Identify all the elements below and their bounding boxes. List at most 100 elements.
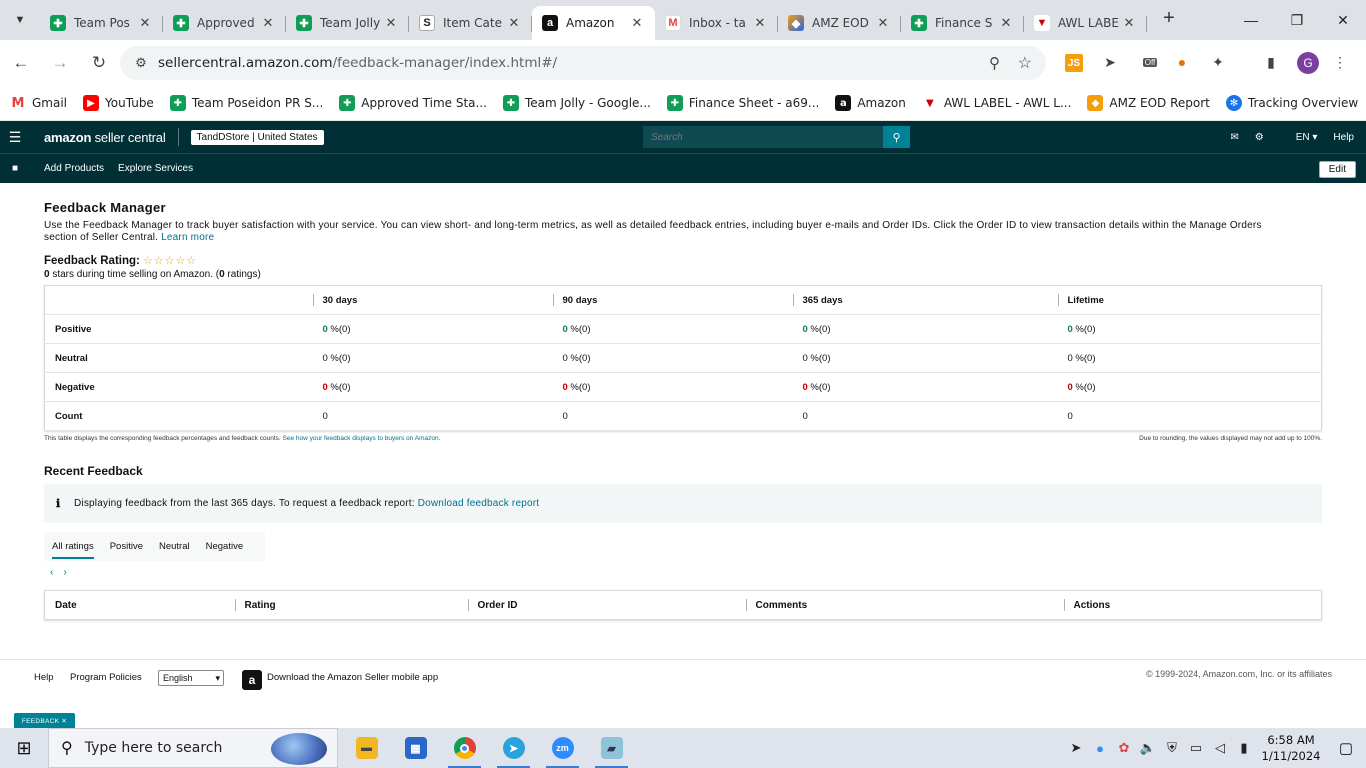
notes-app-icon[interactable]: ▰ bbox=[587, 728, 636, 768]
tab-close-icon[interactable]: ✕ bbox=[383, 15, 399, 31]
download-feedback-report-link[interactable]: Download feedback report bbox=[418, 498, 540, 509]
nav-explore-services[interactable]: Explore Services bbox=[118, 163, 193, 174]
zoom-icon[interactable]: zm bbox=[538, 728, 587, 768]
footer-language-select[interactable]: English ▾ bbox=[158, 670, 224, 686]
js-extension-icon[interactable]: JS bbox=[1065, 54, 1083, 72]
volume-icon[interactable]: 🔈 bbox=[1136, 740, 1160, 756]
amazon-app-icon[interactable]: a bbox=[242, 670, 262, 690]
footer-help-link[interactable]: Help bbox=[34, 672, 54, 683]
bookmark-item[interactable]: ◆ AMZ EOD Report bbox=[1087, 95, 1210, 111]
tab-close-icon[interactable]: ✕ bbox=[629, 15, 645, 31]
tab-close-icon[interactable]: ✕ bbox=[137, 15, 153, 31]
browser-tab[interactable]: ✚ Team Jolly ✕ bbox=[286, 6, 409, 40]
chrome-taskbar-icon[interactable] bbox=[440, 728, 489, 768]
pager-prev-icon[interactable]: ‹ bbox=[50, 567, 53, 578]
browser-tab[interactable]: ▼ AWL LABE ✕ bbox=[1024, 6, 1147, 40]
filter-tab-neutral[interactable]: Neutral bbox=[151, 532, 198, 561]
learn-more-link[interactable]: Learn more bbox=[161, 232, 214, 243]
security-shield-icon[interactable]: ⛨ bbox=[1160, 740, 1184, 756]
tab-close-icon[interactable]: ✕ bbox=[1121, 15, 1137, 31]
browser-tab[interactable]: ✚ Approved ✕ bbox=[163, 6, 286, 40]
extensions-puzzle-icon[interactable]: ✦ bbox=[1204, 48, 1232, 76]
nav-add-products[interactable]: Add Products bbox=[44, 163, 104, 174]
url-text[interactable]: sellercentral.amazon.com/feedback-manage… bbox=[158, 55, 557, 71]
telegram-tray-icon[interactable]: ➤ bbox=[1064, 740, 1088, 756]
windows-start-icon[interactable]: ⊞ bbox=[0, 728, 48, 768]
firefox-like-extension-icon[interactable]: ● bbox=[1168, 48, 1196, 76]
bookmark-star-icon[interactable]: ☆ bbox=[1018, 53, 1032, 73]
bookmark-item[interactable]: ✻ Tracking Overview bbox=[1225, 95, 1358, 111]
network-icon[interactable]: ▭ bbox=[1184, 740, 1208, 756]
telegram-icon[interactable]: ➤ bbox=[489, 728, 538, 768]
off-extension-icon[interactable]: Off bbox=[1136, 48, 1164, 76]
language-selector[interactable]: EN ▾ bbox=[1280, 132, 1318, 143]
tab-search-button[interactable]: ▼ bbox=[6, 6, 34, 34]
site-info-icon[interactable]: ⚙ bbox=[126, 55, 156, 71]
close-window-button[interactable]: ✕ bbox=[1320, 0, 1366, 40]
new-tab-button[interactable]: + bbox=[1155, 5, 1183, 33]
pager-next-icon[interactable]: › bbox=[63, 567, 66, 578]
microphone-icon[interactable]: ▮ bbox=[1232, 740, 1256, 756]
speaker-icon[interactable]: ◁ bbox=[1208, 740, 1232, 756]
tab-close-icon[interactable]: ✕ bbox=[260, 15, 276, 31]
notifications-icon[interactable]: ▢ bbox=[1326, 739, 1366, 757]
seller-search-input[interactable] bbox=[643, 126, 883, 148]
back-button[interactable]: ← bbox=[3, 45, 39, 81]
zoom-icon[interactable]: ⚲ bbox=[989, 54, 1000, 72]
col-actions[interactable]: Actions bbox=[1063, 591, 1322, 620]
filter-tab-all-ratings[interactable]: All ratings bbox=[44, 532, 102, 561]
bookmark-item[interactable]: ✚ Finance Sheet - a69... bbox=[666, 95, 819, 111]
settings-gear-icon[interactable]: ⚙ bbox=[1255, 132, 1264, 143]
minimize-button[interactable]: — bbox=[1228, 0, 1274, 40]
bookmark-item[interactable]: ▶ YouTube bbox=[83, 95, 154, 111]
tab-close-icon[interactable]: ✕ bbox=[875, 15, 891, 31]
browser-tab[interactable]: a Amazon ✕ bbox=[532, 6, 655, 40]
filter-tab-positive[interactable]: Positive bbox=[102, 532, 151, 561]
taskbar-clock[interactable]: 6:58 AM 1/11/2024 bbox=[1256, 732, 1326, 764]
filter-tab-negative[interactable]: Negative bbox=[198, 532, 252, 561]
browser-tab[interactable]: ◆ AMZ EOD ✕ bbox=[778, 6, 901, 40]
bookmark-item[interactable]: ✚ Team Poseidon PR S... bbox=[169, 95, 323, 111]
tab-close-icon[interactable]: ✕ bbox=[998, 15, 1014, 31]
address-bar[interactable]: ⚙ sellercentral.amazon.com/feedback-mana… bbox=[120, 46, 1046, 80]
microsoft-store-icon[interactable]: ▦ bbox=[391, 728, 440, 768]
profile-avatar[interactable]: G bbox=[1297, 52, 1319, 74]
bookmark-item[interactable]: M Gmail bbox=[10, 95, 67, 111]
bookmark-item[interactable]: ▼ AWL LABEL - AWL L... bbox=[921, 95, 1071, 111]
bookmark-item[interactable]: ✚ Team Jolly - Google... bbox=[502, 95, 651, 111]
tab-close-icon[interactable]: ✕ bbox=[752, 15, 768, 31]
help-link[interactable]: Help bbox=[1333, 132, 1354, 143]
browser-tab[interactable]: M Inbox - ta ✕ bbox=[655, 6, 778, 40]
feedback-display-link[interactable]: See how your feedback displays to buyers… bbox=[283, 435, 441, 442]
bookmark-nav-icon[interactable]: ■ bbox=[0, 163, 30, 174]
browser-tab[interactable]: ✚ Finance S ✕ bbox=[901, 6, 1024, 40]
sync-tray-icon[interactable]: ✿ bbox=[1112, 740, 1136, 756]
mail-icon[interactable]: ✉ bbox=[1230, 132, 1238, 143]
program-policies-link[interactable]: Program Policies bbox=[70, 672, 142, 683]
edit-nav-button[interactable]: Edit bbox=[1318, 161, 1356, 178]
bookmark-item[interactable]: a Amazon bbox=[835, 95, 906, 111]
col-order-id[interactable]: Order ID bbox=[467, 591, 746, 620]
seller-central-logo[interactable]: amazon seller central bbox=[44, 130, 166, 145]
forward-button[interactable]: → bbox=[42, 45, 78, 81]
hamburger-menu-icon[interactable]: ☰ bbox=[0, 129, 30, 146]
file-explorer-icon[interactable]: ▬ bbox=[342, 728, 391, 768]
store-selector[interactable]: TandDStore | United States bbox=[190, 129, 324, 145]
download-app-link[interactable]: Download the Amazon Seller mobile app bbox=[267, 672, 438, 683]
browser-tab[interactable]: ✚ Team Pos ✕ bbox=[40, 6, 163, 40]
search-icon[interactable]: ⚲ bbox=[883, 126, 910, 148]
reload-button[interactable]: ↻ bbox=[81, 45, 117, 81]
side-panel-icon[interactable]: ▮ bbox=[1257, 48, 1285, 76]
cursor-extension-icon[interactable]: ➤ bbox=[1096, 48, 1124, 76]
taskbar-search[interactable]: ⚲ Type here to search bbox=[48, 728, 338, 768]
browser-tab[interactable]: S Item Cate ✕ bbox=[409, 6, 532, 40]
col-comments[interactable]: Comments bbox=[745, 591, 1064, 620]
col-rating[interactable]: Rating bbox=[234, 591, 468, 620]
bookmark-item[interactable]: ✚ Approved Time Sta... bbox=[339, 95, 487, 111]
zoom-tray-icon[interactable]: ● bbox=[1088, 741, 1112, 756]
feedback-widget-tab[interactable]: FEEDBACK ✕ bbox=[14, 713, 75, 728]
chrome-menu-icon[interactable]: ⋮ bbox=[1326, 48, 1354, 76]
tab-close-icon[interactable]: ✕ bbox=[506, 15, 522, 31]
col-date[interactable]: Date bbox=[45, 591, 235, 620]
maximize-button[interactable]: ❐ bbox=[1274, 0, 1320, 40]
